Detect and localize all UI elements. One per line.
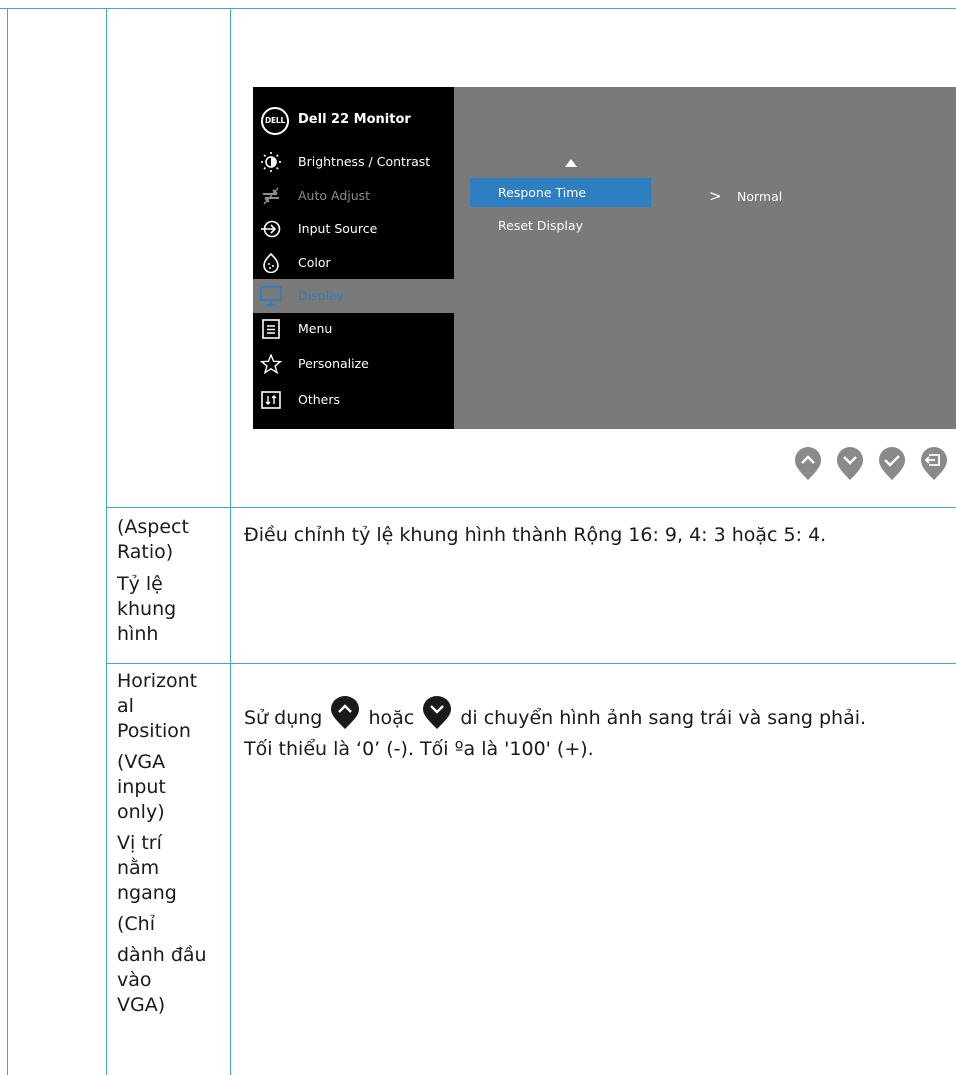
row-divider-2 — [106, 663, 956, 664]
osd-menu-item-auto-adjust[interactable]: Auto Adjust — [253, 179, 454, 213]
label-line: Ratio) — [117, 541, 174, 563]
dell-logo: DELL — [261, 107, 289, 135]
label-line: Vị trí — [117, 832, 162, 854]
osd-menu-label: Personalize — [298, 356, 369, 371]
label-line: (Chỉ — [117, 913, 155, 935]
osd-submenu-label: Respone Time — [498, 185, 587, 200]
osd-menu-item-display[interactable]: Display — [253, 279, 454, 313]
osd-screenshot: DELL Dell 22 Monitor Brightness / Contra… — [253, 87, 956, 429]
osd-header: DELL Dell 22 Monitor — [253, 87, 454, 153]
label-line: VGA) — [117, 994, 166, 1016]
label-line: only) — [117, 801, 165, 823]
label-line: Horizont — [117, 670, 198, 692]
osd-menu-item-brightness[interactable]: Brightness / Contrast — [253, 145, 454, 179]
osd-title: Dell 22 Monitor — [298, 112, 411, 127]
down-arrow-icon — [423, 696, 452, 729]
table-col-rule-3 — [230, 8, 231, 1075]
star-icon — [260, 354, 282, 374]
label-line: dành đầu — [117, 944, 207, 966]
osd-menu-label: Brightness / Contrast — [298, 154, 431, 169]
osd-menu-item-personalize[interactable]: Personalize — [253, 347, 454, 381]
osd-current-value[interactable]: > Normal — [709, 187, 782, 205]
down-button-icon[interactable] — [836, 447, 864, 481]
table-top-rule — [0, 8, 956, 9]
desc-text: di chuyển hình ảnh sang trái và sang phả… — [460, 707, 867, 729]
osd-menu-item-input-source[interactable]: Input Source — [253, 212, 454, 246]
scroll-up-indicator-icon — [565, 159, 577, 167]
label-line: Tỷ lệ — [117, 573, 163, 595]
display-icon — [260, 286, 282, 306]
osd-submenu-label: Reset Display — [498, 218, 583, 233]
label-line: (Aspect — [117, 516, 189, 538]
table-col-rule-2 — [106, 8, 107, 1075]
back-button-icon[interactable] — [920, 447, 948, 481]
check-button-icon[interactable] — [878, 447, 906, 481]
osd-value-text: Normal — [737, 189, 783, 204]
label-line: ngang — [117, 882, 177, 904]
osd-menu-label: Color — [298, 255, 331, 270]
osd-menu-label: Menu — [298, 321, 333, 336]
others-icon — [261, 391, 281, 409]
up-button-icon[interactable] — [794, 447, 822, 481]
desc-text: hoặc — [368, 707, 415, 729]
osd-menu-label: Others — [298, 392, 341, 407]
row-description-aspect-ratio: Điều chỉnh tỷ lệ khung hình thành Rộng 1… — [244, 524, 827, 546]
up-arrow-icon — [331, 696, 360, 729]
chevron-right-icon: > — [709, 187, 722, 205]
table-col-rule-1 — [7, 8, 8, 1075]
osd-submenu-item-reset-display[interactable]: Reset Display — [470, 211, 651, 240]
label-line: Position — [117, 720, 191, 742]
label-line: (VGA — [117, 751, 166, 773]
label-line: input — [117, 776, 166, 798]
osd-submenu-item-response-time[interactable]: Respone Time — [470, 178, 651, 207]
menu-icon — [262, 319, 280, 339]
auto-adjust-icon — [263, 187, 279, 205]
label-line: hình — [117, 623, 159, 645]
input-source-icon — [261, 220, 281, 238]
row-label-horizontal-position: Horizont al Position (VGA input only) Vị… — [117, 669, 225, 1018]
osd-menu-item-menu[interactable]: Menu — [253, 312, 454, 346]
osd-menu-item-others[interactable]: Others — [253, 383, 454, 417]
desc-text: Sử dụng — [244, 707, 323, 729]
osd-menu-label: Input Source — [298, 221, 378, 236]
label-line: nằm — [117, 857, 160, 879]
osd-menu-label: Auto Adjust — [298, 188, 371, 203]
row-label-aspect-ratio: (Aspect Ratio) Tỷ lệ khung hình — [117, 515, 225, 647]
row-divider-1 — [106, 507, 956, 508]
color-icon — [263, 253, 279, 273]
label-line: vào — [117, 969, 152, 991]
row-description-horizontal-position: Sử dụng hoặc di chuyển hình ảnh sang trá… — [244, 696, 866, 730]
osd-menu-label: Display — [298, 288, 345, 303]
osd-main-menu: DELL Dell 22 Monitor Brightness / Contra… — [253, 87, 454, 429]
label-line: khung — [117, 598, 177, 620]
brightness-icon — [261, 152, 281, 172]
osd-menu-item-color[interactable]: Color — [253, 246, 454, 280]
row-description-line-2: Tối thiểu là ‘0’ (-). Tối ºa là '100' (+… — [244, 738, 594, 760]
label-line: al — [117, 695, 134, 717]
